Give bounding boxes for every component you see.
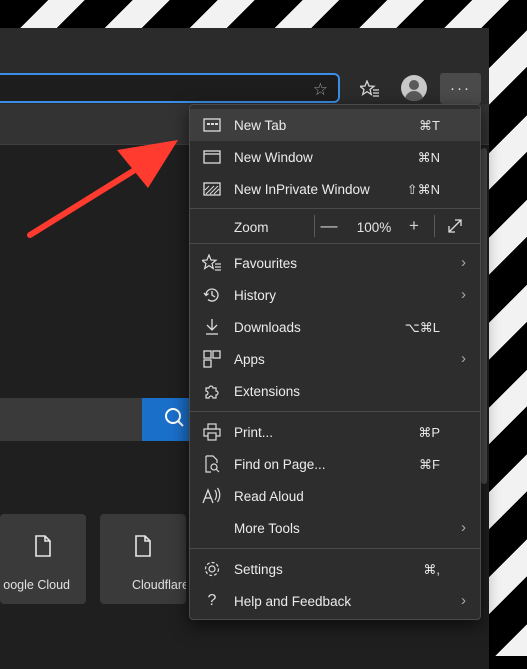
annotation-arrow <box>27 140 178 238</box>
